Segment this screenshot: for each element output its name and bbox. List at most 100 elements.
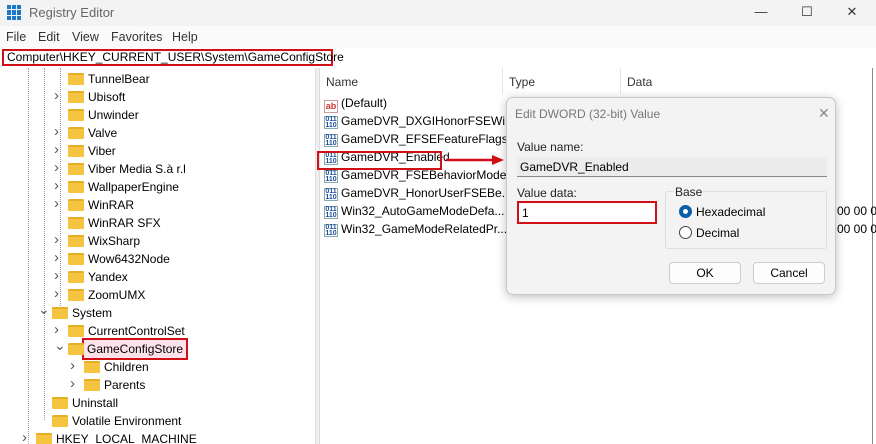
tree-item[interactable]: › Ubisoft xyxy=(0,87,315,106)
tree-item[interactable]: ⌄ System xyxy=(0,301,315,322)
menu-favorites[interactable]: Favorites xyxy=(111,30,162,44)
tree-item-label: TunnelBear xyxy=(88,72,150,86)
tree-item-label: WinRAR xyxy=(88,198,135,212)
folder-icon xyxy=(52,307,68,319)
registry-editor-icon xyxy=(7,5,23,20)
chevron-right-icon[interactable]: › xyxy=(54,141,59,159)
registry-tree[interactable]: TunnelBear › Ubisoft Unwinder › Valve › Viber › V… xyxy=(0,68,315,444)
tree-item[interactable]: › Wow6432Node xyxy=(0,249,315,268)
folder-icon xyxy=(52,397,68,409)
tree-item[interactable]: › WixSharp xyxy=(0,231,315,250)
chevron-right-icon[interactable]: › xyxy=(22,429,27,444)
chevron-right-icon[interactable]: › xyxy=(54,231,59,249)
tree-item[interactable]: › Parents xyxy=(0,375,315,394)
value-name: Win32_GameModeRelatedPr... xyxy=(341,222,508,236)
menu-edit[interactable]: Edit xyxy=(38,30,60,44)
chevron-right-icon[interactable]: › xyxy=(54,285,59,303)
value-row[interactable]: 011 110 Win32_GameModeRelatedPr... xyxy=(324,220,507,238)
tree-item-label: Viber Media S.à r.l xyxy=(88,162,186,176)
chevron-down-icon[interactable]: ⌄ xyxy=(54,336,66,354)
address-bar[interactable]: Computer\HKEY_CURRENT_USER\System\GameCo… xyxy=(2,49,344,66)
value-name: GameDVR_EFSEFeatureFlags xyxy=(341,132,508,146)
base-label: Base xyxy=(674,185,704,199)
folder-icon xyxy=(68,235,84,247)
menu-bar: File Edit View Favorites Help xyxy=(0,26,876,48)
binary-value-icon: 011 110 xyxy=(324,188,338,201)
radio-icon xyxy=(679,226,692,239)
menu-file[interactable]: File xyxy=(6,30,26,44)
column-name[interactable]: Name xyxy=(326,75,358,89)
tree-item[interactable]: › WallpaperEngine xyxy=(0,177,315,196)
dialog-close-icon[interactable]: ✕ xyxy=(818,105,830,122)
tree-item[interactable]: › CurrentControlSet xyxy=(0,321,315,340)
cancel-button[interactable]: Cancel xyxy=(753,262,825,284)
value-row[interactable]: 011 110 GameDVR_DXGIHonorFSEWi... xyxy=(324,112,515,130)
tree-item[interactable]: › WinRAR xyxy=(0,195,315,214)
hexadecimal-radio[interactable]: Hexadecimal xyxy=(679,205,765,219)
tree-item[interactable]: Unwinder xyxy=(0,106,315,124)
chevron-right-icon[interactable]: › xyxy=(70,375,75,393)
chevron-right-icon[interactable]: › xyxy=(54,87,59,105)
decimal-label: Decimal xyxy=(696,226,740,240)
folder-icon xyxy=(68,199,84,211)
tree-item-label: Unwinder xyxy=(88,108,139,122)
tree-item[interactable]: › Children xyxy=(0,357,315,376)
chevron-right-icon[interactable]: › xyxy=(54,267,59,285)
tree-item-label: Yandex xyxy=(88,270,128,284)
value-name: (Default) xyxy=(341,96,388,110)
value-name: Win32_AutoGameModeDefa... xyxy=(341,204,505,218)
close-button[interactable]: ✕ xyxy=(837,2,867,22)
value-row[interactable]: ab (Default) xyxy=(324,94,388,113)
decimal-radio[interactable]: Decimal xyxy=(679,226,739,240)
tree-item[interactable]: › Valve xyxy=(0,123,315,142)
value-name: GameDVR_FSEBehaviorMode xyxy=(341,168,507,182)
value-row[interactable]: 011 110 GameDVR_HonorUserFSEBe... xyxy=(324,184,512,202)
tree-item-label: System xyxy=(72,306,113,320)
tree-item-label: WinRAR SFX xyxy=(88,216,161,230)
minimize-button[interactable]: — xyxy=(746,2,776,22)
chevron-down-icon[interactable]: ⌄ xyxy=(38,300,50,318)
base-group xyxy=(665,191,827,249)
column-type[interactable]: Type xyxy=(509,75,535,89)
tree-item[interactable]: › Yandex xyxy=(0,267,315,286)
chevron-right-icon[interactable]: › xyxy=(54,123,59,141)
tree-item[interactable]: › Viber xyxy=(0,141,315,160)
binary-value-icon: 011 110 xyxy=(324,116,338,129)
folder-icon xyxy=(68,91,84,103)
tree-item[interactable]: Uninstall xyxy=(0,394,315,412)
folder-icon xyxy=(36,433,52,444)
chevron-right-icon[interactable]: › xyxy=(54,249,59,267)
menu-help[interactable]: Help xyxy=(172,30,198,44)
folder-icon xyxy=(52,415,68,427)
maximize-button[interactable]: ☐ xyxy=(792,2,822,22)
arrow-icon xyxy=(446,155,504,165)
value-row[interactable]: 011 110 GameDVR_EFSEFeatureFlags xyxy=(324,130,508,148)
hexadecimal-label: Hexadecimal xyxy=(696,205,766,219)
chevron-right-icon[interactable]: › xyxy=(70,357,75,375)
menu-view[interactable]: View xyxy=(72,30,99,44)
tree-item[interactable]: WinRAR SFX xyxy=(0,214,315,232)
tree-item-label: Viber xyxy=(88,144,116,158)
folder-icon xyxy=(68,289,84,301)
chevron-right-icon[interactable]: › xyxy=(54,159,59,177)
tree-item[interactable]: › Viber Media S.à r.l xyxy=(0,159,315,178)
chevron-right-icon[interactable]: › xyxy=(54,195,59,213)
tree-item[interactable]: Volatile Environment xyxy=(0,412,315,430)
binary-value-icon: 011 110 xyxy=(324,170,338,183)
value-name: GameDVR_DXGIHonorFSEWi... xyxy=(341,114,516,128)
tree-item-label: Valve xyxy=(88,126,118,140)
value-data: 00 00 0 xyxy=(837,222,876,236)
column-data[interactable]: Data xyxy=(627,75,652,89)
chevron-right-icon[interactable]: › xyxy=(54,177,59,195)
tree-item[interactable]: ⌄ GameConfigStore xyxy=(0,337,315,360)
folder-icon xyxy=(68,325,84,337)
tree-item[interactable]: TunnelBear xyxy=(0,70,315,88)
folder-icon xyxy=(68,145,84,157)
dialog-title: Edit DWORD (32-bit) Value xyxy=(515,107,661,121)
value-name-field[interactable]: GameDVR_Enabled xyxy=(517,157,827,177)
tree-item[interactable]: › HKEY_LOCAL_MACHINE xyxy=(0,429,315,444)
folder-icon xyxy=(68,217,84,229)
value-data-input[interactable]: 1 xyxy=(517,201,657,224)
value-row[interactable]: 011 110 Win32_AutoGameModeDefa... xyxy=(324,202,504,220)
ok-button[interactable]: OK xyxy=(669,262,741,284)
